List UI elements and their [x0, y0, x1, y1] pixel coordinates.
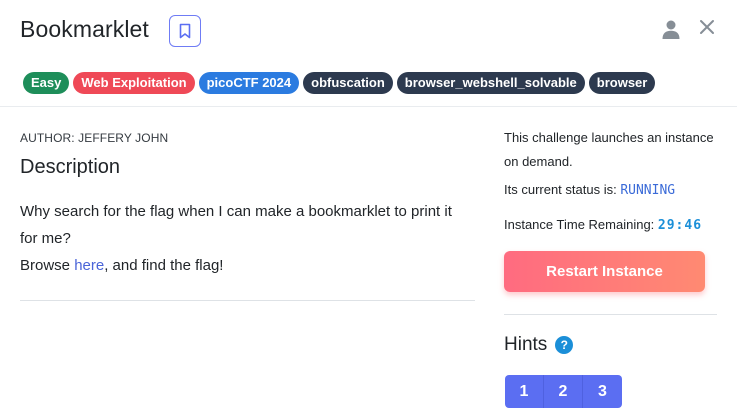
status-value: RUNNING	[620, 183, 676, 198]
tag-difficulty: Easy	[23, 72, 70, 94]
instance-panel: This challenge launches an instance on d…	[504, 126, 719, 238]
hint-button-2[interactable]: 2	[544, 375, 583, 408]
user-icon[interactable]	[660, 18, 682, 40]
launch-text: This challenge launches an instance on d…	[504, 130, 714, 169]
hints-heading: Hints ?	[504, 334, 574, 356]
tag-category: Web Exploitation	[73, 72, 195, 94]
description-line: Why search for the flag when I can make …	[20, 203, 452, 247]
bookmark-icon	[179, 23, 191, 39]
tag-event: picoCTF 2024	[198, 72, 300, 94]
help-icon[interactable]: ?	[555, 336, 574, 354]
description-divider	[20, 300, 475, 301]
status-label: Its current status is:	[504, 182, 621, 197]
bookmark-button[interactable]	[169, 15, 201, 47]
hint-button-group: 1 2 3	[505, 375, 622, 408]
instance-link[interactable]: here	[74, 257, 104, 274]
tag-obfuscation: obfuscation	[303, 72, 393, 94]
restart-instance-button[interactable]: Restart Instance	[504, 251, 705, 292]
hints-divider	[504, 314, 717, 315]
description-text: Why search for the flag when I can make …	[20, 198, 460, 279]
author-label: AUTHOR: JEFFERY JOHN	[20, 131, 169, 145]
tag-browser-webshell: browser_webshell_solvable	[396, 72, 585, 94]
challenge-title: Bookmarklet	[20, 16, 149, 42]
status-line: Its current status is: RUNNING	[504, 178, 719, 203]
time-line: Instance Time Remaining: 29:46	[504, 213, 719, 238]
hint-button-3[interactable]: 3	[583, 375, 622, 408]
tag-browser: browser	[588, 72, 656, 94]
description-suffix: , and find the flag!	[104, 257, 224, 274]
description-heading: Description	[20, 156, 121, 178]
hints-label: Hints	[504, 334, 548, 355]
header-divider	[0, 106, 737, 107]
time-label: Instance Time Remaining:	[504, 217, 658, 232]
time-remaining: 29:46	[657, 218, 703, 233]
description-prefix: Browse	[20, 257, 75, 274]
close-icon[interactable]	[697, 17, 717, 37]
tag-list: Easy Web Exploitation picoCTF 2024 obfus…	[23, 72, 656, 94]
challenge-header: Bookmarklet	[0, 0, 737, 62]
hint-button-1[interactable]: 1	[505, 375, 544, 408]
